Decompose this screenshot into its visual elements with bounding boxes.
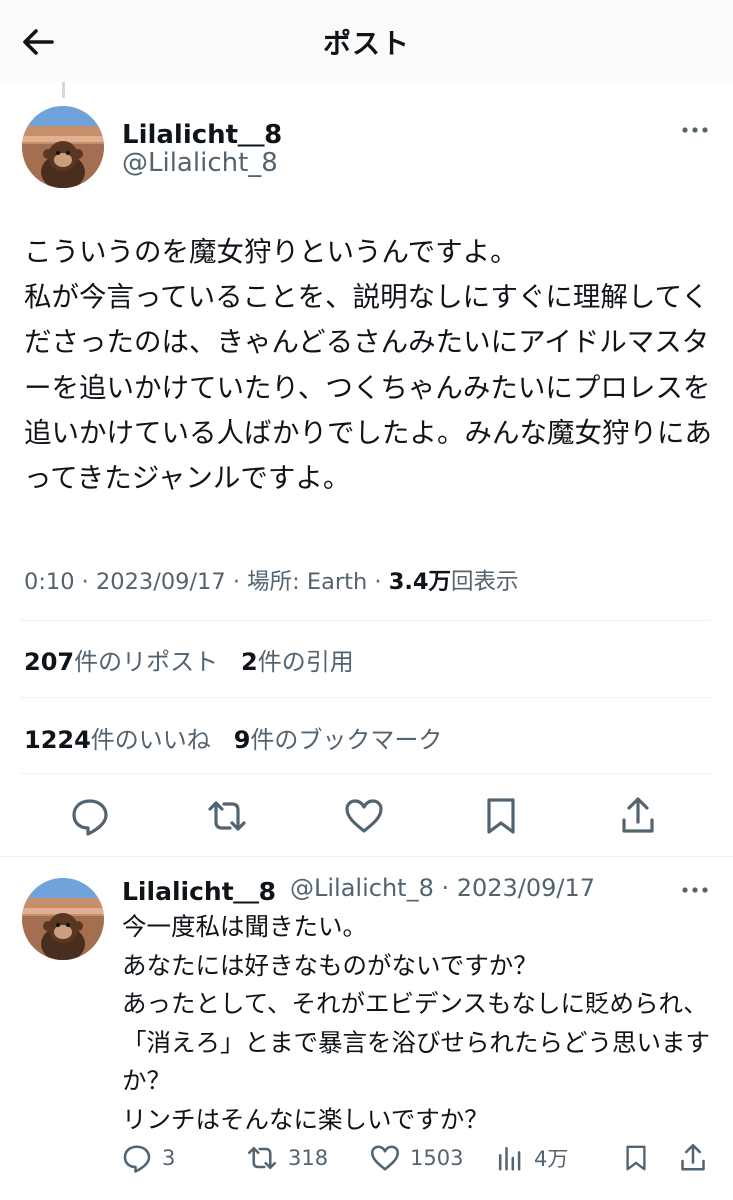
likes-label: 件のいいね bbox=[90, 726, 211, 754]
author-handle[interactable]: @Lilalicht_8 bbox=[122, 148, 278, 178]
reposts-label: 件のリポスト bbox=[74, 648, 219, 676]
divider bbox=[20, 697, 710, 698]
like-icon bbox=[370, 1145, 400, 1171]
repost-count: 318 bbox=[288, 1146, 329, 1170]
reply-count: 3 bbox=[162, 1146, 176, 1170]
post-text: こういうのを魔女狩りというんですよ。 私が今言っていることを、説明なしにすぐに理… bbox=[24, 236, 713, 495]
bookmark-icon bbox=[626, 1145, 646, 1171]
quotes-link[interactable]: 2件の引用 bbox=[241, 648, 354, 676]
reply-icon[interactable] bbox=[70, 796, 110, 836]
bookmarks-link[interactable]: 9件のブックマーク bbox=[234, 726, 443, 754]
like-icon[interactable] bbox=[344, 796, 384, 836]
reply-icon bbox=[123, 1145, 151, 1173]
reposts-link[interactable]: 207件のリポスト bbox=[24, 648, 218, 676]
meta-separator: · bbox=[225, 569, 248, 595]
post-location: 場所: Earth bbox=[247, 569, 368, 595]
thread-connector bbox=[62, 82, 65, 98]
quotes-count: 2 bbox=[241, 648, 258, 676]
repost-icon bbox=[247, 1146, 277, 1170]
reply-author-name[interactable]: Lilalicht＿8 bbox=[122, 872, 276, 908]
more-options-icon[interactable] bbox=[680, 124, 710, 136]
divider bbox=[20, 620, 710, 621]
reply-share-button[interactable] bbox=[678, 1140, 718, 1176]
divider bbox=[0, 856, 733, 857]
reposts-count: 207 bbox=[24, 648, 75, 676]
post-time[interactable]: 0:10 · 2023/09/17 bbox=[24, 569, 226, 595]
share-icon[interactable] bbox=[618, 796, 658, 836]
likes-link[interactable]: 1224件のいいね bbox=[24, 726, 211, 754]
reply-bookmark-button[interactable] bbox=[622, 1140, 660, 1176]
avatar[interactable] bbox=[22, 106, 104, 188]
reply-author-handle[interactable]: @Lilalicht_8 · 2023/09/17 bbox=[290, 874, 595, 902]
post-meta: 0:10 · 2023/09/17 · 場所: Earth · 3.4万回表示 bbox=[24, 564, 519, 596]
view-label: 回表示 bbox=[451, 569, 519, 595]
likes-count: 1224 bbox=[24, 726, 91, 754]
reply-repost-button[interactable]: 318 bbox=[246, 1140, 328, 1176]
reply-views-button[interactable]: 4万 bbox=[496, 1140, 568, 1176]
reply-avatar[interactable] bbox=[22, 878, 104, 960]
view-count: 3.4万 bbox=[388, 569, 452, 595]
bookmarks-count: 9 bbox=[233, 726, 251, 754]
quotes-label: 件の引用 bbox=[257, 648, 354, 676]
more-options-icon[interactable] bbox=[680, 884, 710, 896]
repost-icon[interactable] bbox=[207, 796, 247, 836]
meta-separator: · bbox=[367, 569, 389, 595]
like-stats: 1224件のいいね 9件のブックマーク bbox=[24, 720, 442, 755]
divider bbox=[20, 773, 710, 774]
bookmark-icon[interactable] bbox=[481, 796, 521, 836]
author-name[interactable]: Lilalicht＿8 bbox=[122, 114, 282, 151]
view-count: 4万 bbox=[534, 1147, 569, 1171]
repost-stats: 207件のリポスト 2件の引用 bbox=[24, 642, 354, 677]
like-count: 1503 bbox=[410, 1146, 464, 1170]
analytics-icon bbox=[498, 1146, 521, 1171]
reply-text: 今一度私は聞きたい。 あなたには好きなものがないですか？ あったとして、それがエ… bbox=[122, 912, 710, 1134]
reply-like-button[interactable]: 1503 bbox=[370, 1140, 463, 1176]
page-title: ポスト bbox=[322, 27, 410, 60]
reply-reply-button[interactable]: 3 bbox=[122, 1140, 175, 1176]
share-icon bbox=[681, 1143, 705, 1171]
top-bar: ポスト bbox=[0, 0, 733, 82]
bookmarks-label: 件のブックマーク bbox=[250, 726, 443, 754]
